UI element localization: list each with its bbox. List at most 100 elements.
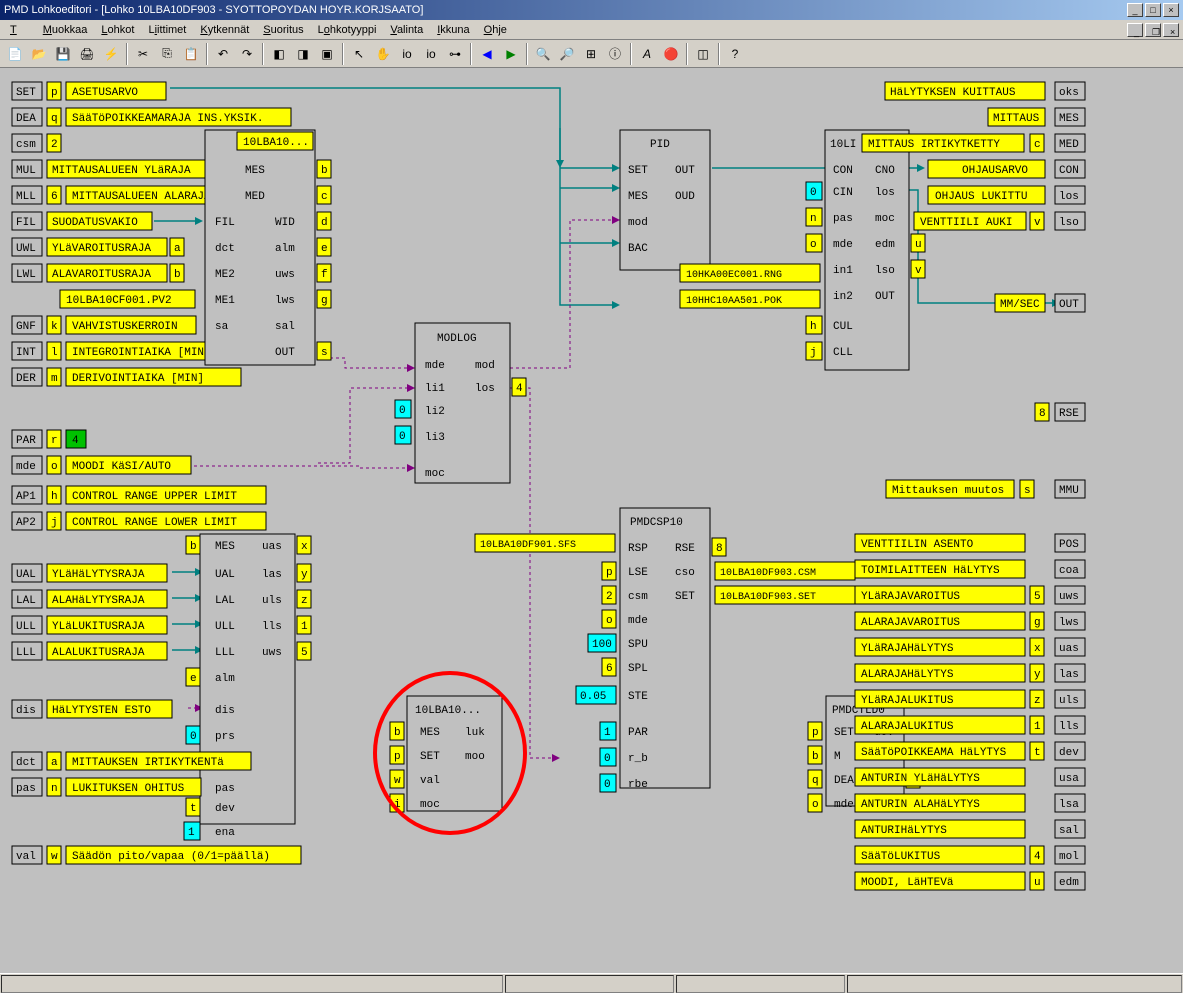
menu-ikkuna[interactable]: Ikkuna <box>431 22 475 38</box>
svg-text:0: 0 <box>190 731 197 743</box>
svg-text:ASETUSARVO: ASETUSARVO <box>72 87 138 99</box>
svg-text:p: p <box>812 727 819 739</box>
svg-text:4: 4 <box>72 435 79 447</box>
tb-t1[interactable]: ◧ <box>268 43 290 65</box>
svg-text:pas: pas <box>215 783 235 795</box>
tb-save[interactable]: 💾 <box>52 43 74 65</box>
svg-text:dev: dev <box>1059 747 1079 759</box>
menu-muokkaa[interactable]: Muokkaa <box>37 22 94 38</box>
svg-text:oks: oks <box>1059 87 1079 99</box>
tb-undo[interactable]: ↶ <box>212 43 234 65</box>
svg-text:MITTAUS: MITTAUS <box>993 113 1040 125</box>
svg-text:in1: in1 <box>833 265 853 277</box>
svg-text:dct: dct <box>215 243 235 255</box>
svg-text:OHJAUSARVO: OHJAUSARVO <box>962 165 1028 177</box>
svg-text:WID: WID <box>275 217 295 229</box>
menu-valinta[interactable]: Valinta <box>384 22 429 38</box>
tb-io2[interactable]: io <box>420 43 442 65</box>
mdi-close-icon[interactable]: × <box>1163 23 1179 37</box>
alarm-block[interactable]: b MESuas x UAL YLäHäLYTYSRAJA UALlas y L… <box>12 534 311 864</box>
svg-text:YLäRAJALUKITUS: YLäRAJALUKITUS <box>861 695 954 707</box>
menu-suoritus[interactable]: Suoritus <box>257 22 309 38</box>
svg-text:lsa: lsa <box>1059 799 1079 811</box>
svg-text:FIL: FIL <box>215 217 235 229</box>
svg-text:las: las <box>1059 669 1079 681</box>
svg-text:lws: lws <box>275 295 295 307</box>
svg-text:10LBA10DF901.SFS: 10LBA10DF901.SFS <box>480 540 576 551</box>
svg-text:MMU: MMU <box>1059 485 1079 497</box>
block-pmdcsp10[interactable]: PMDCSP10 10LBA10DF901.SFS RSPRSE 8 p LSE… <box>475 508 855 792</box>
svg-text:dct: dct <box>16 757 36 769</box>
svg-text:LLL: LLL <box>16 647 36 659</box>
minimize-icon[interactable]: _ <box>1127 3 1143 17</box>
tb-z2[interactable]: 🔎 <box>556 43 578 65</box>
tb-io1[interactable]: io <box>396 43 418 65</box>
tb-z1[interactable]: 🔍 <box>532 43 554 65</box>
tb-font[interactable]: A <box>636 43 658 65</box>
tb-help[interactable]: ? <box>724 43 746 65</box>
svg-text:0: 0 <box>399 405 406 417</box>
svg-text:OUT: OUT <box>1059 299 1079 311</box>
mdi-restore-icon[interactable]: ❐ <box>1145 23 1161 37</box>
svg-text:b: b <box>174 269 181 281</box>
svg-text:z: z <box>301 595 308 607</box>
svg-text:ALAVAROITUSRAJA: ALAVAROITUSRAJA <box>52 269 151 281</box>
menu-lohkot[interactable]: Lohkot <box>95 22 140 38</box>
menu-liittimet[interactable]: Liittimet <box>142 22 192 38</box>
tb-con[interactable]: ⊶ <box>444 43 466 65</box>
canvas[interactable]: SET p ASETUSARVO DEA q SääTöPOIKKEAMARAJ… <box>0 68 1183 973</box>
svg-text:CLL: CLL <box>833 347 853 359</box>
tb-info[interactable]: ⓘ <box>604 43 626 65</box>
tb-print[interactable]: 🖨 <box>76 43 98 65</box>
svg-text:pas: pas <box>833 213 853 225</box>
svg-text:1: 1 <box>604 727 611 739</box>
block-10lba10-top[interactable]: 10LBA10... MES b MED c FILWID d dctalm e… <box>205 130 331 365</box>
svg-text:dev: dev <box>215 803 235 815</box>
tb-t3[interactable]: ▣ <box>316 43 338 65</box>
tb-open[interactable]: 📂 <box>28 43 50 65</box>
menu-kytkennat[interactable]: Kytkennät <box>194 22 255 38</box>
menu-ohje[interactable]: Ohje <box>478 22 513 38</box>
tb-cut[interactable]: ✂ <box>132 43 154 65</box>
tb-next[interactable]: ▶ <box>500 43 522 65</box>
tb-color[interactable]: 🔴 <box>660 43 682 65</box>
tb-paste[interactable]: 📋 <box>180 43 202 65</box>
menu-tiedosto[interactable]: T <box>4 22 35 38</box>
block-10lba10-small[interactable]: 10LBA10... b MESluk p SETmoo w val i moc <box>390 696 502 812</box>
svg-text:1: 1 <box>188 827 195 839</box>
block-pid[interactable]: PID SETOUT MESOUD mod BAC <box>620 130 710 270</box>
svg-text:MITTAUS IRTIKYTKETTY: MITTAUS IRTIKYTKETTY <box>868 139 1000 151</box>
tb-new[interactable]: 📄 <box>4 43 26 65</box>
svg-text:t: t <box>1034 747 1041 759</box>
svg-text:csm: csm <box>628 591 648 603</box>
svg-text:DEA: DEA <box>834 775 854 787</box>
tb-sel[interactable]: ↖ <box>348 43 370 65</box>
tb-prev[interactable]: ◀ <box>476 43 498 65</box>
tb-copy[interactable]: ⎘ <box>156 43 178 65</box>
block-modlog[interactable]: MODLOG mdemod li1los 4 0 li2 0 li3 moc <box>395 323 526 483</box>
tb-grid[interactable]: ⊞ <box>580 43 602 65</box>
close-icon[interactable]: × <box>1163 3 1179 17</box>
tb-hand[interactable]: ✋ <box>372 43 394 65</box>
menu-lohkotyyppi[interactable]: Lohkotyyppi <box>312 22 383 38</box>
svg-text:6: 6 <box>51 191 58 203</box>
svg-text:lls: lls <box>1059 721 1079 733</box>
svg-text:mod: mod <box>628 217 648 229</box>
svg-text:AP1: AP1 <box>16 491 36 503</box>
mdi-minimize-icon[interactable]: _ <box>1127 23 1143 37</box>
svg-text:rbe: rbe <box>628 779 648 791</box>
svg-text:b: b <box>190 541 197 553</box>
tb-win[interactable]: ◫ <box>692 43 714 65</box>
left-col2: PAR r 4 mde o MOODI KäSI/AUTO AP1 h CONT… <box>12 430 266 530</box>
tb-redo[interactable]: ↷ <box>236 43 258 65</box>
svg-text:OUT: OUT <box>675 165 695 177</box>
maximize-icon[interactable]: □ <box>1145 3 1161 17</box>
tb-t2[interactable]: ◨ <box>292 43 314 65</box>
svg-text:mde: mde <box>833 239 853 251</box>
block-10li[interactable]: 10LI CONCNO 0 CINlos n pasmoc o mdeedm u… <box>680 130 925 370</box>
tb-refresh[interactable]: ⚡ <box>100 43 122 65</box>
svg-text:M: M <box>834 751 841 763</box>
svg-text:10LBA10DF903.SET: 10LBA10DF903.SET <box>720 592 816 603</box>
svg-text:sal: sal <box>1059 825 1079 837</box>
svg-text:dis: dis <box>215 705 235 717</box>
